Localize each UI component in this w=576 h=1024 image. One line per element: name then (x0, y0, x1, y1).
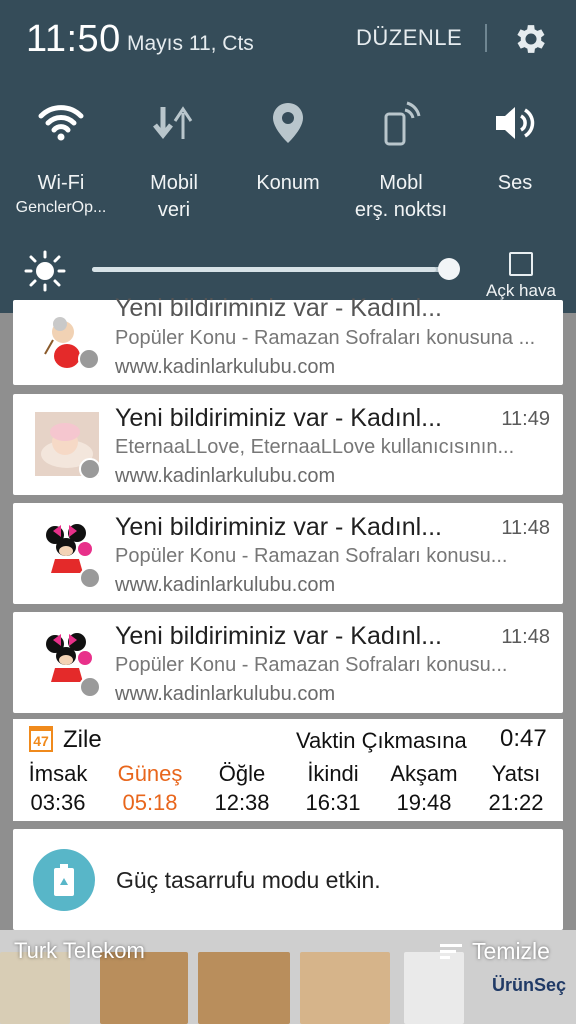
toggle-sublabel: GenclerOp... (15, 199, 107, 216)
bell-icon (79, 458, 101, 480)
remaining-label: Vaktin Çıkmasına (296, 728, 467, 753)
prayer-times-row: İmsak 03:36 Güneş 05:18 Öğle 12:38 İkind… (13, 759, 563, 819)
hotspot-toggle[interactable]: Mobl erş. noktsı (346, 98, 456, 223)
sound-icon (496, 107, 535, 139)
edit-button[interactable]: DÜZENLE (356, 25, 462, 51)
toggle-sublabel: erş. noktsı (354, 199, 448, 221)
wifi-icon (38, 105, 84, 141)
ad-brand-logo: ÜrünSeç (492, 975, 567, 995)
notification-site: www.kadinlarkulubu.com (115, 356, 336, 378)
mobile-data-toggle[interactable]: Mobil veri (119, 98, 229, 223)
prayer-time: 05:18 (122, 790, 178, 815)
prayer-time-ogle: Öğle 12:38 (197, 759, 287, 817)
notification-site: www.kadinlarkulubu.com (115, 465, 336, 487)
quick-settings-panel: 11:50 Mayıs 11, Cts DÜZENLE Wi-Fi Gencle… (0, 0, 576, 313)
auto-brightness-checkbox[interactable] (509, 252, 533, 276)
bell-icon (79, 567, 101, 589)
prayer-name: Güneş (117, 761, 183, 786)
notification-time: 11:48 (501, 517, 550, 539)
gear-icon[interactable] (512, 20, 550, 58)
notification-site: www.kadinlarkulubu.com (115, 683, 336, 705)
prayer-name: İkindi (307, 761, 359, 786)
prayer-name: Öğle (218, 761, 266, 786)
toggle-label: Konum (256, 172, 320, 194)
prayer-time-aksam: Akşam 19:48 (379, 759, 469, 817)
prayer-time: 21:22 (488, 790, 544, 815)
notification-body: EternaaLLove, EternaaLLove kullanıcısını… (115, 436, 515, 458)
brightness-thumb[interactable] (438, 258, 460, 280)
prayer-times-widget[interactable]: 47 Zile Vaktin Çıkmasına 0:47 İmsak 03:3… (13, 719, 563, 821)
prayer-time: 16:31 (305, 790, 361, 815)
notification-body: Popüler Konu - Ramazan Sofraları konusu.… (115, 654, 508, 676)
remaining-time: 0:47 (500, 725, 547, 752)
clock: 11:50 (26, 18, 121, 60)
calendar-logo-icon: 47 (29, 726, 53, 752)
notification-body: Popüler Konu - Ramazan Sofraları konusun… (115, 327, 536, 349)
notification-card[interactable]: Yeni bildiriminiz var - Kadınl... 11:48 … (13, 503, 563, 604)
prayer-time-ikindi: İkindi 16:31 (288, 759, 378, 817)
prayer-time-gunes: Güneş 05:18 (105, 759, 195, 817)
brightness-icon (24, 250, 66, 292)
prayer-name: Akşam (390, 761, 458, 786)
sound-toggle[interactable]: Ses (460, 98, 570, 197)
location-toggle[interactable]: Konum (233, 98, 343, 197)
carrier-name: Turk Telekom (14, 938, 145, 963)
battery-recycle-icon (33, 849, 95, 911)
prayer-time: 12:38 (214, 790, 270, 815)
product-image (198, 952, 290, 1024)
wifi-toggle[interactable]: Wi-Fi GenclerOp... (6, 98, 116, 219)
clear-all-button[interactable]: Temizle (440, 938, 550, 965)
toggle-sublabel: veri (157, 199, 191, 221)
divider (485, 24, 487, 52)
auto-brightness-label: Açk hava (486, 281, 556, 300)
notification-title: Yeni bildiriminiz var - Kadınl... (115, 404, 442, 432)
date: Mayıs 11, Cts (127, 32, 254, 55)
notification-body: Popüler Konu - Ramazan Sofraları konusu.… (115, 545, 508, 567)
power-saving-text: Güç tasarrufu modu etkin. (116, 867, 381, 893)
mobile-data-icon (153, 106, 193, 140)
prayer-time: 19:48 (396, 790, 452, 815)
bell-icon (79, 676, 101, 698)
toggle-label: Mobl (379, 172, 423, 194)
prayer-name: İmsak (28, 761, 88, 786)
notification-card[interactable]: Yeni bildiriminiz var - Kadınl... 11:49 … (13, 394, 563, 495)
notification-title: Yeni bildiriminiz var - Kadınl... (115, 513, 442, 541)
clear-icon (440, 941, 462, 962)
clear-label: Temizle (472, 938, 550, 964)
city-name: Zile (63, 726, 102, 753)
product-image (300, 952, 390, 1024)
notification-card[interactable]: Yeni bildiriminiz var - Kadınl... 11:48 … (13, 612, 563, 713)
notification-time: 11:48 (501, 626, 550, 648)
brightness-slider[interactable] (92, 267, 450, 272)
notification-time: 11:49 (501, 408, 550, 430)
notification-title: Yeni bildiriminiz var - Kadınl... (115, 294, 442, 322)
toggle-label: Ses (497, 172, 533, 194)
prayer-name: Yatsı (491, 761, 541, 786)
hotspot-icon (384, 101, 421, 146)
toggle-label: Wi-Fi (37, 172, 85, 194)
toggle-label: Mobil (150, 172, 198, 194)
notification-site: www.kadinlarkulubu.com (115, 574, 336, 596)
brightness-fill (92, 267, 436, 272)
notification-card[interactable]: Yeni bildiriminiz var - Kadınl... Popüle… (13, 294, 563, 385)
notification-title: Yeni bildiriminiz var - Kadınl... (115, 622, 442, 650)
location-icon (273, 103, 303, 143)
bell-icon (78, 348, 100, 370)
prayer-time: 03:36 (30, 790, 86, 815)
prayer-time-yatsi: Yatsı 21:22 (471, 759, 561, 817)
prayer-time-imsak: İmsak 03:36 (13, 759, 103, 817)
power-saving-notification[interactable]: Güç tasarrufu modu etkin. (13, 829, 563, 930)
